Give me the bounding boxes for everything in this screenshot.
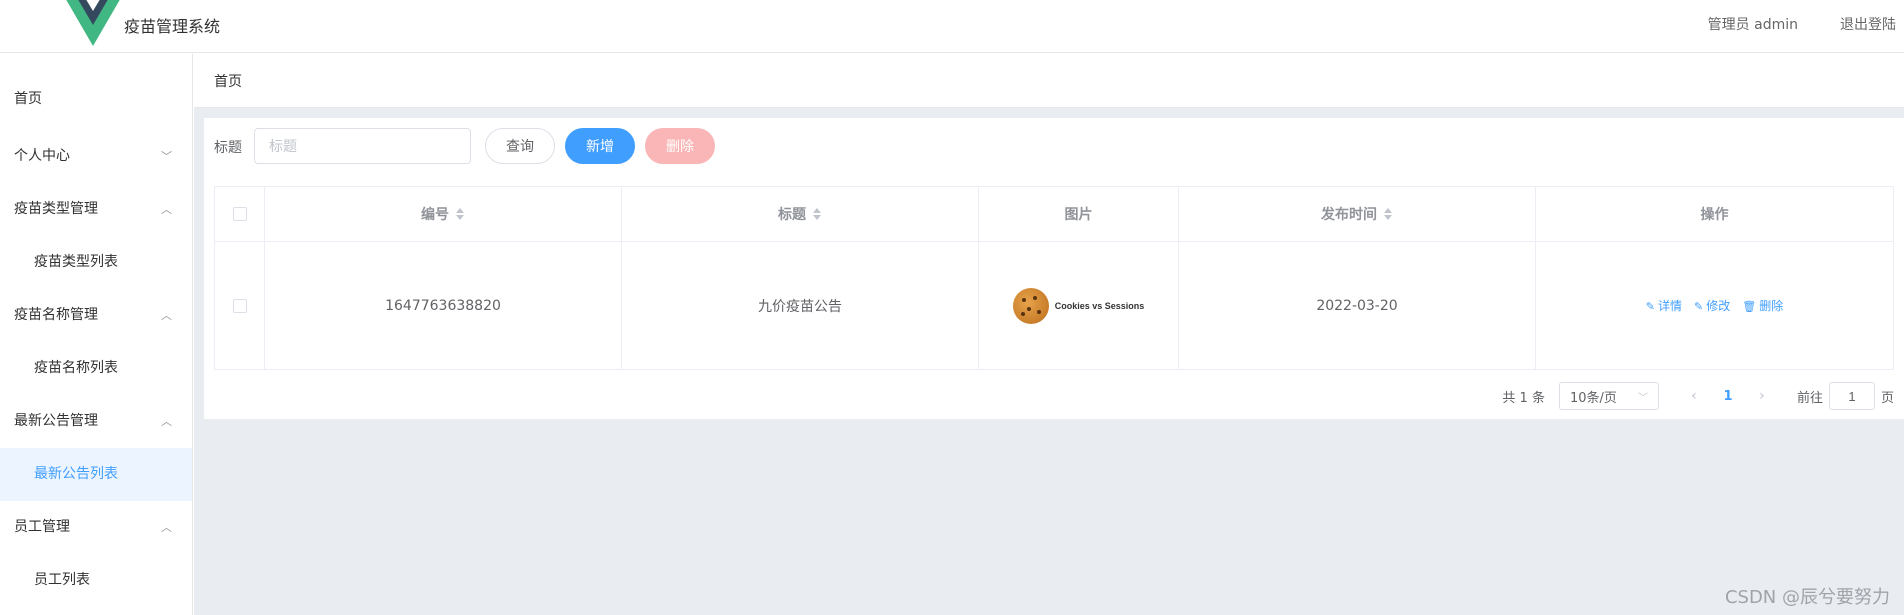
table-row: 1647763638820 九价疫苗公告 Cookies vs Sessions: [215, 242, 1893, 369]
query-button[interactable]: 查询: [485, 128, 555, 164]
thumbnail-caption: Cookies vs Sessions: [1054, 300, 1145, 311]
pagination: 共 1 条 10条/页 ﹀ ‹ 1 › 前往 页: [1502, 382, 1894, 410]
data-table: 编号 标题 图片 发布时间 操作 1647763638820 九价疫苗公告 Co…: [214, 186, 1894, 370]
chevron-down-icon: ﹀: [161, 150, 172, 163]
table-header-row: 编号 标题 图片 发布时间 操作: [215, 187, 1893, 242]
watermark: CSDN @辰兮要努力: [1724, 587, 1890, 608]
thumbnail-image[interactable]: Cookies vs Sessions: [1012, 287, 1145, 324]
row-checkbox[interactable]: [232, 298, 247, 313]
main-content: 首页 标题 查询 新增 删除 编号 标题: [194, 54, 1904, 615]
sort-icon[interactable]: [455, 207, 465, 221]
edit-link[interactable]: ✎ 修改: [1694, 297, 1730, 314]
goto-page: 前往 页: [1797, 382, 1894, 410]
detail-label: 详情: [1657, 299, 1682, 313]
chevron-down-icon: ﹀: [1637, 392, 1648, 404]
sidebar-item-label: 首页: [14, 91, 42, 107]
select-all-checkbox[interactable]: [232, 207, 247, 221]
sidebar-item-staff-list[interactable]: 员工列表: [0, 554, 192, 607]
cell-id: 1647763638820: [265, 242, 622, 369]
goto-label: 前往: [1796, 390, 1823, 406]
sidebar-item-vaccine-name-mgmt[interactable]: 疫苗名称管理 ︿: [0, 289, 192, 342]
vue-logo-icon: [66, 0, 120, 46]
sidebar-item-label: 最新公告列表: [34, 466, 118, 482]
header-label: 操作: [1700, 207, 1729, 223]
page-size-value: 10条/页: [1569, 390, 1617, 406]
sort-icon[interactable]: [1383, 207, 1393, 221]
chevron-up-icon: ︿: [161, 309, 172, 322]
cell-title: 九价疫苗公告: [622, 242, 979, 369]
edit-label: 修改: [1706, 299, 1731, 313]
sidebar-item-label: 疫苗名称列表: [34, 360, 118, 376]
sidebar-item-notice-list[interactable]: 最新公告列表: [0, 448, 192, 501]
page-size-select[interactable]: 10条/页 ﹀: [1558, 382, 1659, 410]
next-page-button[interactable]: ›: [1747, 388, 1777, 404]
total-count: 共 1 条: [1502, 390, 1545, 406]
edit-icon: ✎: [1694, 300, 1704, 313]
sidebar-item-label: 疫苗名称管理: [14, 307, 98, 323]
header-publish-time[interactable]: 发布时间: [1179, 187, 1536, 241]
sidebar-item-personal-center[interactable]: 个人中心 ﹀: [0, 130, 192, 183]
cookie-icon: [1012, 287, 1049, 324]
delete-link[interactable]: 🗑 删除: [1742, 297, 1783, 314]
top-header: 疫苗管理系统 管理员 admin 退出登陆: [0, 0, 1904, 53]
trash-icon: 🗑: [1742, 300, 1757, 313]
sidebar-item-label: 最新公告管理: [14, 413, 98, 429]
sidebar-item-home[interactable]: 首页: [0, 73, 192, 126]
content-card: 标题 查询 新增 删除 编号 标题 图片: [204, 118, 1904, 419]
add-button[interactable]: 新增: [565, 128, 635, 164]
chevron-up-icon: ︿: [161, 203, 172, 216]
sort-icon[interactable]: [812, 207, 822, 221]
breadcrumb-bar: 首页: [194, 54, 1904, 108]
prev-page-button[interactable]: ‹: [1679, 388, 1709, 404]
header-title[interactable]: 标题: [622, 187, 979, 241]
header-id[interactable]: 编号: [265, 187, 622, 241]
header-actions: 操作: [1536, 187, 1893, 241]
delete-label: 删除: [1759, 299, 1784, 313]
breadcrumb[interactable]: 首页: [214, 71, 242, 91]
admin-label: 管理员 admin: [1707, 17, 1798, 33]
detail-link[interactable]: ✎ 详情: [1646, 297, 1682, 314]
row-select-cell: [215, 242, 265, 369]
cell-image: Cookies vs Sessions: [979, 242, 1179, 369]
header-label: 发布时间: [1321, 207, 1377, 223]
cell-actions: ✎ 详情 ✎ 修改 🗑 删除: [1536, 242, 1893, 369]
sidebar-item-staff-mgmt[interactable]: 员工管理 ︿: [0, 501, 192, 554]
page-number-current[interactable]: 1: [1709, 389, 1747, 404]
row-actions: ✎ 详情 ✎ 修改 🗑 删除: [1646, 297, 1783, 314]
header-select-cell: [215, 187, 265, 241]
sidebar-item-vaccine-type-list[interactable]: 疫苗类型列表: [0, 236, 192, 289]
header-label: 图片: [1064, 207, 1093, 223]
sidebar-item-vaccine-name-list[interactable]: 疫苗名称列表: [0, 342, 192, 395]
search-label: 标题: [214, 140, 242, 156]
header-image: 图片: [979, 187, 1179, 241]
chevron-up-icon: ︿: [161, 521, 172, 534]
sidebar-item-label: 疫苗类型管理: [14, 201, 98, 217]
sidebar-item-label: 疫苗类型列表: [34, 254, 118, 270]
goto-page-input[interactable]: [1828, 382, 1875, 410]
page-suffix: 页: [1880, 390, 1894, 406]
chevron-up-icon: ︿: [161, 415, 172, 428]
sidebar-item-label: 员工管理: [14, 519, 70, 535]
search-input[interactable]: [254, 128, 471, 164]
delete-button[interactable]: 删除: [645, 128, 715, 164]
logout-button[interactable]: 退出登陆: [1840, 14, 1896, 34]
sidebar-item-vaccine-type-mgmt[interactable]: 疫苗类型管理 ︿: [0, 183, 192, 236]
sidebar: 首页 个人中心 ﹀ 疫苗类型管理 ︿ 疫苗类型列表 疫苗名称管理 ︿ 疫苗名称列…: [0, 54, 193, 615]
sidebar-item-label: 员工列表: [34, 572, 90, 588]
app-title: 疫苗管理系统: [124, 17, 221, 36]
sidebar-item-notice-mgmt[interactable]: 最新公告管理 ︿: [0, 395, 192, 448]
header-label: 标题: [778, 207, 806, 223]
header-label: 编号: [421, 207, 449, 223]
edit-icon: ✎: [1645, 300, 1655, 313]
cell-publish-time: 2022-03-20: [1179, 242, 1536, 369]
sidebar-item-label: 个人中心: [14, 148, 70, 164]
